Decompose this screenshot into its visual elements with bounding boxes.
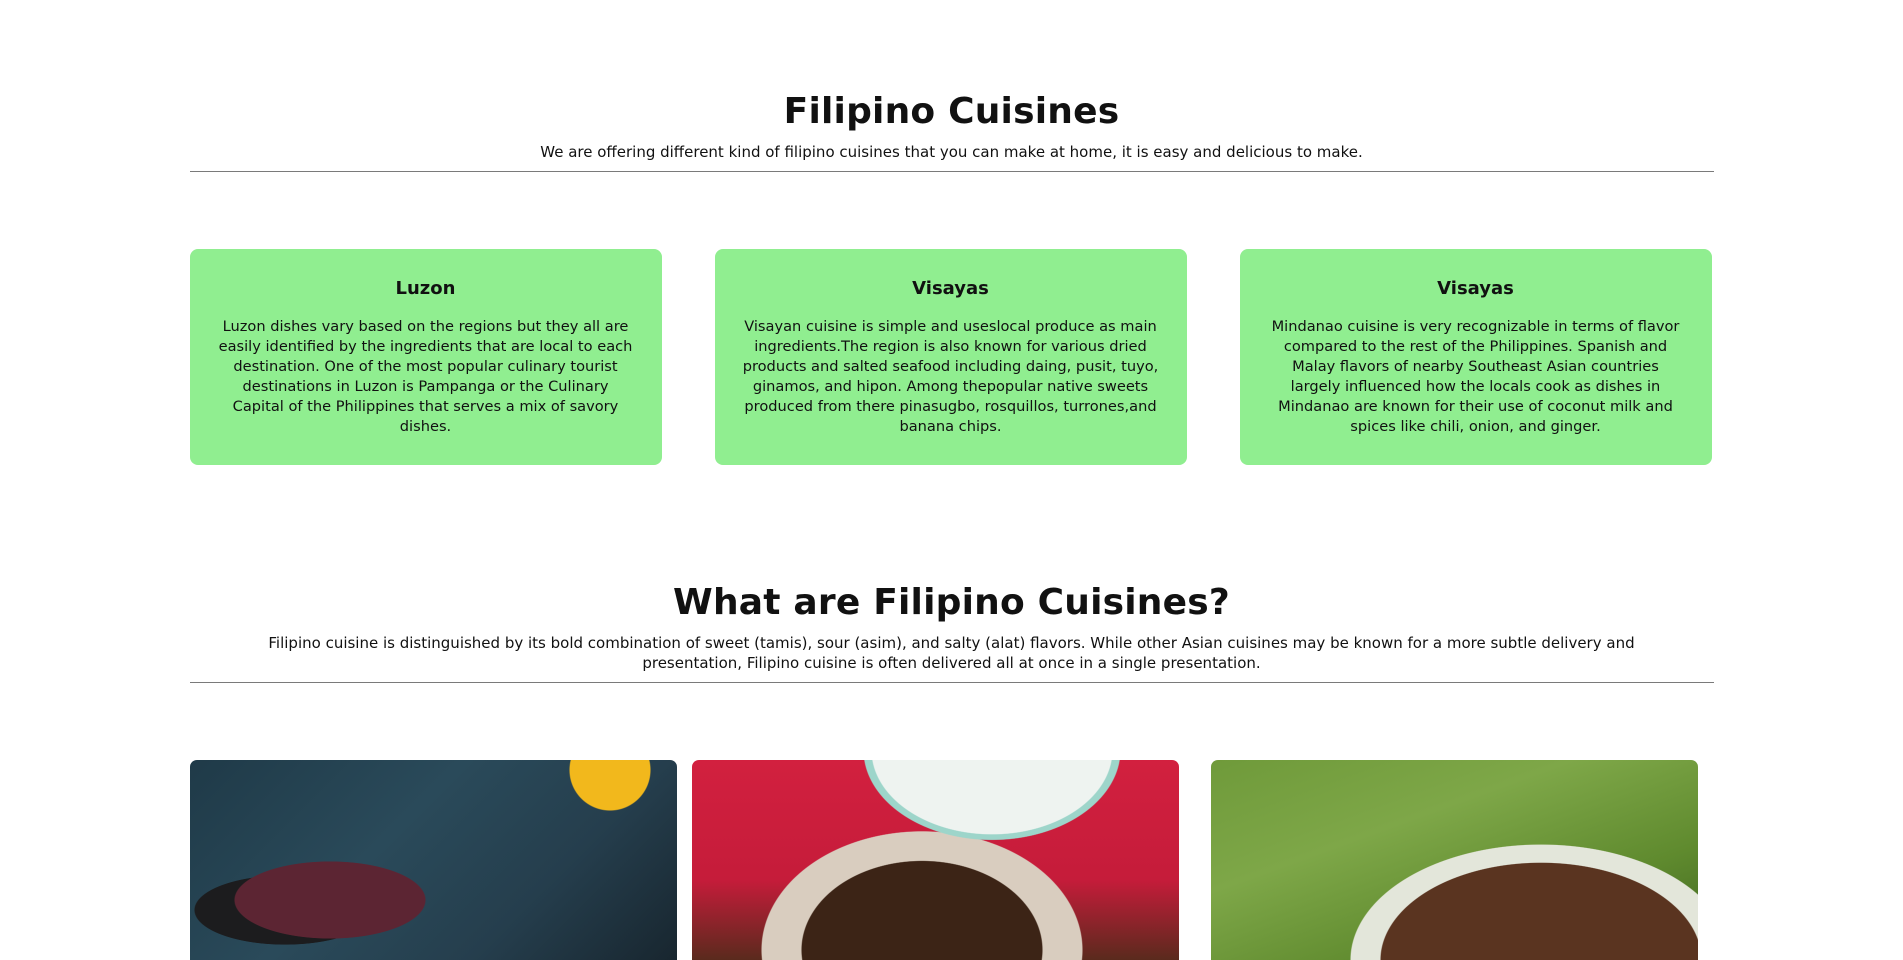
region-card-text: Mindanao cuisine is very recognizable in… [1271, 318, 1680, 435]
region-card-text: Visayan cuisine is simple and useslocal … [742, 318, 1159, 435]
region-card-title: Visayas [912, 278, 989, 299]
food-photo-skillet[interactable] [189, 760, 677, 960]
regions-subtitle: We are offering different kind of filipi… [540, 143, 1363, 161]
region-card-title: Visayas [1437, 278, 1514, 299]
region-card-luzon: Luzon Luzon dishes vary based on the reg… [189, 249, 662, 465]
about-title: What are Filipino Cuisines? [673, 582, 1230, 623]
regions-section: Filipino Cuisines We are offering differ… [189, 0, 1714, 465]
regions-divider [189, 171, 1714, 172]
about-divider [189, 682, 1714, 683]
region-card-visayas: Visayas Visayan cuisine is simple and us… [714, 249, 1187, 465]
region-cards: Luzon Luzon dishes vary based on the reg… [189, 249, 1714, 465]
about-section: What are Filipino Cuisines? Filipino cui… [189, 581, 1714, 960]
regions-title: Filipino Cuisines [783, 91, 1120, 132]
region-card-text: Luzon dishes vary based on the regions b… [218, 318, 633, 435]
food-gallery [189, 760, 1714, 960]
food-photo-beef[interactable] [1210, 760, 1698, 960]
region-card-title: Luzon [395, 278, 456, 299]
page-container: Filipino Cuisines We are offering differ… [189, 0, 1714, 960]
region-card-mindanao: Visayas Mindanao cuisine is very recogni… [1239, 249, 1712, 465]
food-photo-bowl[interactable] [691, 760, 1179, 960]
about-subtitle: Filipino cuisine is distinguished by its… [268, 634, 1635, 672]
